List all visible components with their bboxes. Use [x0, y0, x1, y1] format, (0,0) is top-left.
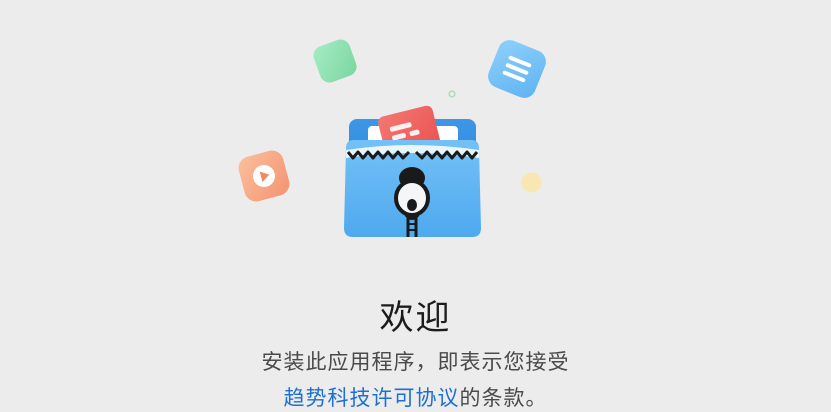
page-title: 欢迎: [379, 298, 452, 338]
license-line: 趋势科技许可协议的条款。: [0, 382, 831, 412]
welcome-screen: 欢迎 安装此应用程序，即表示您接受 趋势科技许可协议的条款。: [0, 0, 831, 410]
yellow-dot-decoration: [521, 172, 542, 193]
ring-decoration: [448, 90, 456, 98]
license-agreement-link[interactable]: 趋势科技许可协议: [284, 386, 460, 410]
document-icon: [484, 36, 549, 101]
zip-folder-icon: [344, 105, 481, 237]
license-line-suffix: 的条款。: [459, 386, 548, 410]
green-square-icon: [311, 37, 360, 86]
play-icon: [236, 148, 292, 204]
welcome-description: 安装此应用程序，即表示您接受: [261, 350, 570, 374]
